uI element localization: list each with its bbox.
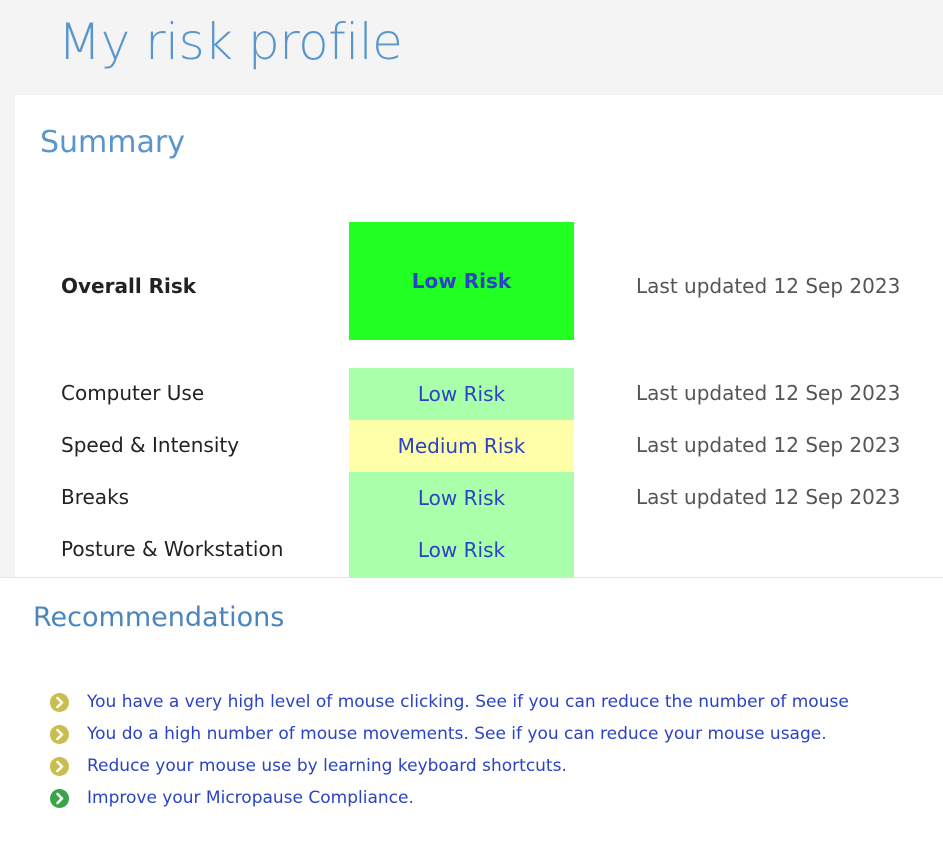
overall-risk-updated: Last updated 12 Sep 2023	[636, 274, 901, 298]
risk-updated: Last updated 12 Sep 2023	[636, 485, 901, 509]
recommendation-item[interactable]: Improve your Micropause Compliance.	[50, 782, 943, 814]
page-title: My risk profile	[58, 13, 403, 71]
chevron-right-circle-icon	[50, 692, 69, 712]
overall-risk-label: Overall Risk	[61, 274, 197, 298]
overall-risk-row: Overall Risk Low Risk Last updated 12 Se…	[15, 222, 943, 340]
risk-row-breaks: Breaks Low Risk Last updated 12 Sep 2023	[15, 472, 943, 524]
recommendation-link[interactable]: Reduce your mouse use by learning keyboa…	[87, 756, 567, 776]
risk-updated: Last updated 12 Sep 2023	[636, 381, 901, 405]
risk-label: Speed & Intensity	[61, 433, 240, 457]
recommendations-list: You have a very high level of mouse clic…	[50, 686, 943, 814]
risk-updated: Last updated 12 Sep 2023	[636, 433, 901, 457]
recommendation-item[interactable]: You have a very high level of mouse clic…	[50, 686, 943, 718]
recommendations-heading: Recommendations	[33, 602, 285, 633]
chevron-right-circle-icon	[50, 788, 69, 808]
risk-badge: Low Risk	[349, 368, 574, 420]
risk-label: Breaks	[61, 485, 130, 509]
summary-heading: Summary	[40, 125, 185, 160]
risk-label: Posture & Workstation	[61, 537, 284, 561]
risk-badge: Low Risk	[349, 524, 574, 577]
risk-label: Computer Use	[61, 381, 205, 405]
recommendation-link[interactable]: You have a very high level of mouse clic…	[87, 692, 849, 712]
recommendation-item[interactable]: You do a high number of mouse movements.…	[50, 718, 943, 750]
page: My risk profile Summary Overall Risk Low…	[0, 0, 943, 856]
risk-badge: Low Risk	[349, 472, 574, 524]
risk-row-speed-intensity: Speed & Intensity Medium Risk Last updat…	[15, 420, 943, 472]
summary-card: Summary Overall Risk Low Risk Last updat…	[15, 95, 943, 577]
overall-risk-badge: Low Risk	[349, 222, 574, 340]
recommendation-link[interactable]: Improve your Micropause Compliance.	[87, 788, 414, 808]
risk-badge: Medium Risk	[349, 420, 574, 472]
recommendations-section: Recommendations You have a very high lev…	[0, 577, 943, 856]
chevron-right-circle-icon	[50, 756, 69, 776]
risk-row-computer-use: Computer Use Low Risk Last updated 12 Se…	[15, 368, 943, 420]
recommendation-link[interactable]: You do a high number of mouse movements.…	[87, 724, 827, 744]
recommendation-item[interactable]: Reduce your mouse use by learning keyboa…	[50, 750, 943, 782]
chevron-right-circle-icon	[50, 724, 69, 744]
risk-row-posture-workstation: Posture & Workstation Low Risk	[15, 524, 943, 577]
